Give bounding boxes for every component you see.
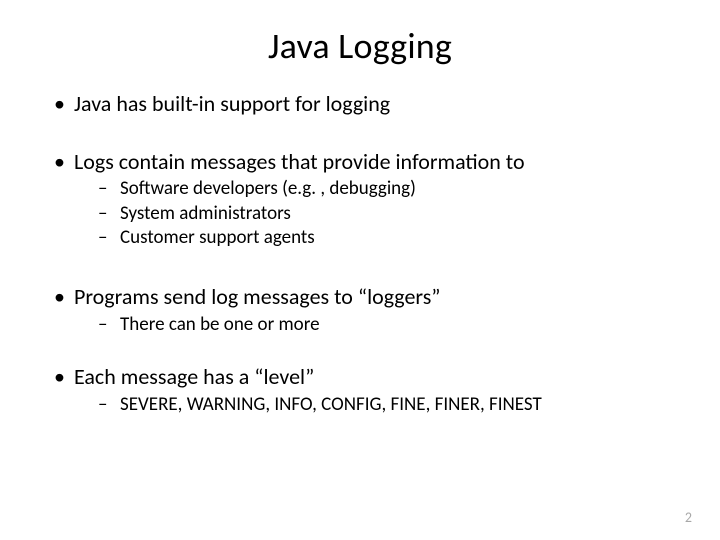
sub-bullet-list: There can be one or more: [74, 313, 672, 338]
spacer: [48, 255, 672, 283]
spacer: [48, 341, 672, 363]
bullet-text: Java has built-in support for logging: [74, 90, 390, 117]
slide: Java Logging Java has built-in support f…: [0, 0, 720, 540]
bullet-list: Each message has a “level” SEVERE, WARNI…: [48, 363, 672, 417]
bullet-item: Programs send log messages to “loggers” …: [48, 283, 672, 337]
sub-bullet-list: Software developers (e.g. , debugging) S…: [74, 177, 672, 251]
bullet-text: Logs contain messages that provide infor…: [74, 148, 525, 175]
sub-bullet-item: Customer support agents: [92, 226, 672, 251]
sub-bullet-item: System administrators: [92, 202, 672, 227]
bullet-item: Java has built-in support for logging: [48, 90, 672, 118]
bullet-item: Each message has a “level” SEVERE, WARNI…: [48, 363, 672, 417]
bullet-list: Programs send log messages to “loggers” …: [48, 283, 672, 337]
bullet-text: Each message has a “level”: [74, 363, 314, 390]
page-number: 2: [685, 509, 692, 526]
sub-bullet-item: Software developers (e.g. , debugging): [92, 177, 672, 202]
bullet-list: Java has built-in support for logging: [48, 90, 672, 118]
bullet-list: Logs contain messages that provide infor…: [48, 148, 672, 252]
bullet-text: Programs send log messages to “loggers”: [74, 283, 441, 310]
sub-bullet-item: SEVERE, WARNING, INFO, CONFIG, FINE, FIN…: [92, 393, 672, 418]
sub-bullet-item: There can be one or more: [92, 313, 672, 338]
spacer: [48, 120, 672, 148]
slide-title: Java Logging: [48, 24, 672, 68]
bullet-item: Logs contain messages that provide infor…: [48, 148, 672, 252]
sub-bullet-list: SEVERE, WARNING, INFO, CONFIG, FINE, FIN…: [74, 393, 672, 418]
